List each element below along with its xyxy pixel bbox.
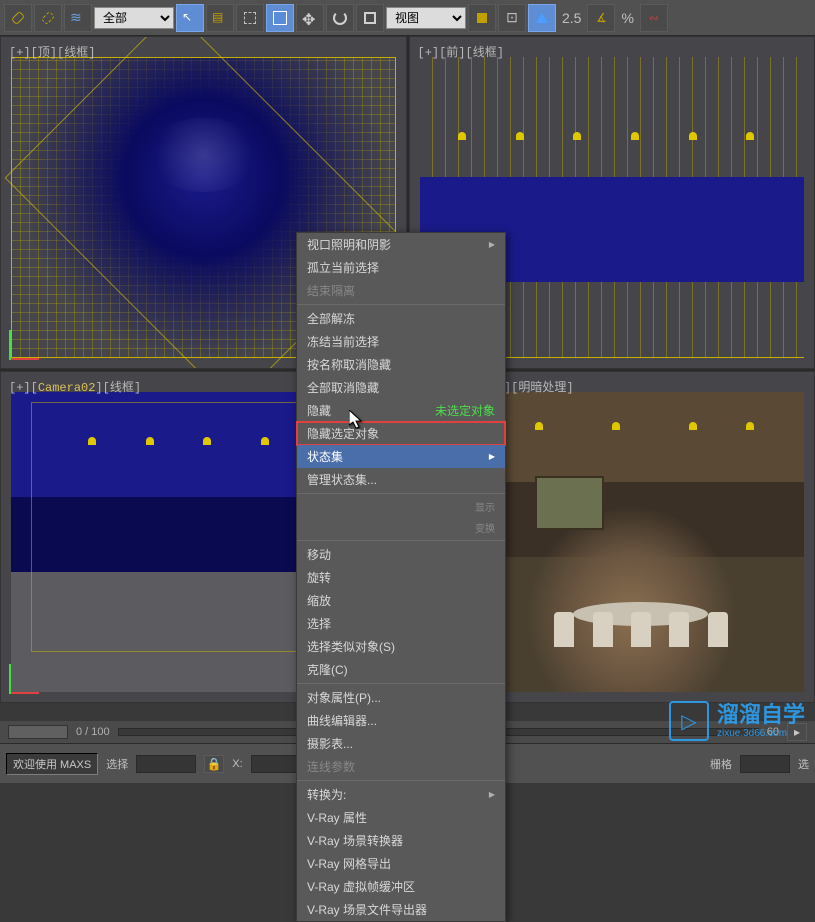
selection-field[interactable]	[136, 755, 196, 773]
rotate-icon[interactable]	[326, 4, 354, 32]
link-icon[interactable]	[4, 4, 32, 32]
snap-icon[interactable]: ∾	[640, 4, 668, 32]
main-toolbar: ≋ 全部 ↖ ▤ ✥ 视图 ⊡ 2.5 ∡ % ∾	[0, 0, 815, 36]
menu-separator	[297, 493, 505, 494]
menu-item-1[interactable]: 孤立当前选择	[297, 256, 505, 279]
frame-counter: 0 / 100	[76, 726, 110, 738]
menu-item-10[interactable]: 状态集	[297, 445, 505, 468]
menu-separator	[297, 304, 505, 305]
menu-item-23[interactable]: 对象属性(P)...	[297, 686, 505, 709]
percent-label: %	[621, 10, 633, 26]
menu-item-7[interactable]: 全部取消隐藏	[297, 376, 505, 399]
option-label: 选	[798, 756, 809, 772]
menu-item-19[interactable]: 选择	[297, 612, 505, 635]
menu-item-8[interactable]: 隐藏未选定对象	[297, 399, 505, 422]
pivot-icon[interactable]	[468, 4, 496, 32]
select-region-icon[interactable]	[236, 4, 264, 32]
angle-snap-icon[interactable]: ∡	[587, 4, 615, 32]
axis-gizmo-icon	[9, 654, 49, 694]
menu-item-2: 结束隔离	[297, 279, 505, 302]
selection-center-icon[interactable]: ⊡	[498, 4, 526, 32]
menu-item-11[interactable]: 管理状态集...	[297, 468, 505, 491]
menu-item-33[interactable]: V-Ray 场景文件导出器	[297, 898, 505, 921]
spinner-value: 2.5	[562, 10, 581, 26]
welcome-text: 欢迎使用 MAXS	[6, 753, 98, 775]
menu-separator	[297, 683, 505, 684]
menu-item-32[interactable]: V-Ray 虚拟帧缓冲区	[297, 875, 505, 898]
menu-item-9[interactable]: 隐藏选定对象	[297, 422, 505, 445]
menu-item-17[interactable]: 旋转	[297, 566, 505, 589]
axis-gizmo-icon	[9, 320, 49, 360]
select-name-icon[interactable]: ▤	[206, 4, 234, 32]
menu-item-13[interactable]: 显示	[297, 496, 505, 517]
manipulate-icon[interactable]	[528, 4, 556, 32]
window-crossing-icon[interactable]	[266, 4, 294, 32]
menu-item-25[interactable]: 摄影表...	[297, 732, 505, 755]
watermark-url: zixue.3d66.com	[717, 728, 805, 739]
grid-field[interactable]	[740, 755, 790, 773]
viewport-front-label[interactable]: [+][前][线框]	[418, 43, 504, 60]
menu-item-14[interactable]: 变换	[297, 517, 505, 538]
menu-item-4[interactable]: 全部解冻	[297, 307, 505, 330]
select-cursor-icon[interactable]: ↖	[176, 4, 204, 32]
menu-item-0[interactable]: 视口照明和阴影	[297, 233, 505, 256]
viewport-cam02-label[interactable]: [+][Camera02][线框]	[9, 378, 141, 395]
menu-item-5[interactable]: 冻结当前选择	[297, 330, 505, 353]
quad-context-menu: 视口照明和阴影孤立当前选择结束隔离全部解冻冻结当前选择按名称取消隐藏全部取消隐藏…	[296, 232, 506, 922]
lock-icon[interactable]: 🔒	[204, 755, 224, 773]
menu-item-18[interactable]: 缩放	[297, 589, 505, 612]
play-icon: ▷	[669, 701, 709, 741]
menu-item-28[interactable]: 转换为:	[297, 783, 505, 806]
menu-item-20[interactable]: 选择类似对象(S)	[297, 635, 505, 658]
menu-separator	[297, 540, 505, 541]
scale-icon[interactable]	[356, 4, 384, 32]
menu-item-29[interactable]: V-Ray 属性	[297, 806, 505, 829]
coord-dropdown[interactable]: 视图	[386, 7, 466, 29]
unlink-icon[interactable]	[34, 4, 62, 32]
menu-item-31[interactable]: V-Ray 网格导出	[297, 852, 505, 875]
menu-item-6[interactable]: 按名称取消隐藏	[297, 353, 505, 376]
menu-item-16[interactable]: 移动	[297, 543, 505, 566]
menu-item-26: 连线参数	[297, 755, 505, 778]
grid-label: 栅格	[710, 756, 732, 772]
viewport-top-label[interactable]: [+][顶][线框]	[9, 43, 95, 60]
filter-dropdown[interactable]: 全部	[94, 7, 174, 29]
menu-item-30[interactable]: V-Ray 场景转换器	[297, 829, 505, 852]
select-label: 选择	[106, 756, 128, 772]
watermark: ▷ 溜溜自学 zixue.3d66.com	[669, 701, 805, 741]
move-icon[interactable]: ✥	[296, 4, 324, 32]
watermark-text: 溜溜自学	[717, 702, 805, 727]
menu-item-24[interactable]: 曲线编辑器...	[297, 709, 505, 732]
x-label: X:	[232, 758, 242, 770]
menu-item-21[interactable]: 克隆(C)	[297, 658, 505, 681]
bind-icon[interactable]: ≋	[64, 4, 92, 32]
menu-separator	[297, 780, 505, 781]
time-slider[interactable]	[8, 725, 68, 739]
